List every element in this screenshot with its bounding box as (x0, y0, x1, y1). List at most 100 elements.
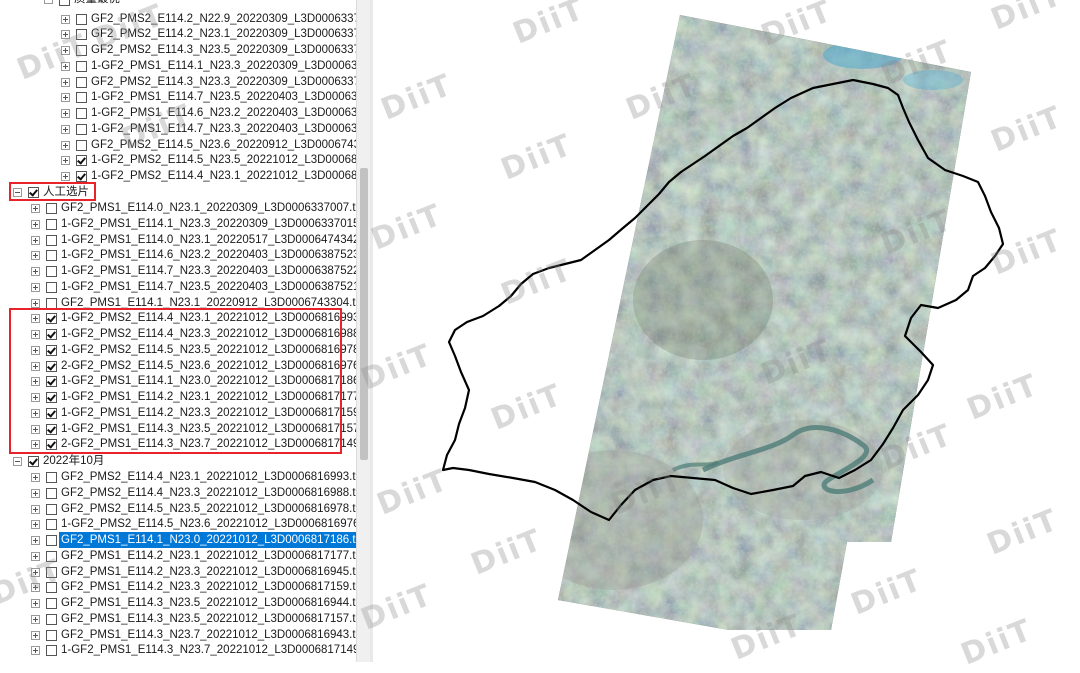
satellite-imagery-mosaic (558, 15, 971, 630)
layer-visibility-checkbox[interactable] (46, 629, 57, 641)
layer-visibility-checkbox[interactable] (46, 297, 57, 309)
expand-toggle-icon[interactable] (61, 109, 70, 118)
expand-toggle-icon[interactable] (31, 251, 40, 261)
expand-toggle-icon[interactable] (61, 30, 70, 40)
layer-visibility-checkbox[interactable] (76, 60, 87, 72)
collapse-toggle-icon[interactable] (13, 457, 22, 466)
layer-name: 1-GF2_PMS2_E114.5_N23.5_20221012_L3D0006… (91, 154, 356, 167)
layer-name: GF2_PMS1_E114.2_N23.3_20221012_L3D000681… (61, 565, 356, 578)
layer-visibility-checkbox[interactable] (76, 92, 87, 104)
layer-visibility-checkbox[interactable] (76, 123, 87, 135)
expand-toggle-icon[interactable] (31, 488, 40, 498)
layer-name: 1-GF2_PMS1_E114.3_N23.7_20221012_L3D0006… (61, 644, 356, 657)
layer-visibility-checkbox[interactable] (46, 598, 57, 609)
expand-toggle-icon[interactable] (61, 93, 70, 103)
layer-visibility-checkbox[interactable] (46, 566, 57, 578)
layer-name: GF2_PMS2_E114.3_N23.3_20220309_L3D000633… (91, 75, 356, 88)
layer-name: 1-GF2_PMS1_E114.6_N23.2_20220403_L3D0006… (61, 249, 356, 262)
layer-visibility-checkbox[interactable] (76, 155, 87, 167)
expand-toggle-icon[interactable] (61, 77, 70, 87)
expand-toggle-icon[interactable] (61, 46, 70, 55)
layer-visibility-checkbox[interactable] (76, 171, 87, 182)
highlight-box-selected-images (9, 308, 342, 454)
expand-toggle-icon[interactable] (31, 219, 40, 229)
layer-visibility-checkbox[interactable] (46, 550, 57, 562)
expand-toggle-icon[interactable] (31, 504, 40, 514)
layer-visibility-checkbox[interactable] (76, 45, 87, 56)
scrollbar-thumb[interactable] (360, 168, 368, 460)
layer-name: GF2_PMS1_E114.1_N23.0_20221012_L3D000681… (59, 532, 356, 548)
layer-name: 1-GF2_PMS1_E114.7_N23.3_20220403_L3D0006… (91, 122, 356, 135)
layer-visibility-checkbox[interactable] (76, 76, 87, 88)
layer-name: 1-GF2_PMS1_E114.1_N23.3_20220309_L3D0006… (91, 59, 356, 72)
expand-toggle-icon[interactable] (61, 172, 70, 181)
expand-toggle-icon[interactable] (61, 140, 70, 150)
layer-visibility-checkbox[interactable] (76, 29, 87, 41)
layer-name: 1-GF2_PMS1_E114.7_N23.5_20220403_L3D0006… (91, 91, 356, 104)
layer-name: GF2_PMS2_E114.4_N23.3_20221012_L3D000681… (61, 486, 356, 499)
expand-toggle-icon[interactable] (31, 646, 40, 656)
layer-name: GF2_PMS2_E114.2_N22.9_20220309_L3D000633… (91, 12, 356, 25)
layer-name: GF2_PMS1_E114.2_N23.3_20221012_L3D000681… (61, 581, 356, 594)
layer-name: 1-GF2_PMS1_E114.1_N23.3_20220309_L3D0006… (61, 217, 356, 230)
highlight-box-manual-selection-group (9, 182, 96, 201)
layer-visibility-checkbox[interactable] (46, 250, 57, 262)
expand-toggle-icon[interactable] (31, 536, 40, 545)
layer-visibility-checkbox[interactable] (46, 203, 57, 214)
layer-name: 1-GF2_PMS2_E114.5_N23.6_20221012_L3D0006… (61, 518, 356, 531)
layer-name: GF2_PMS2_E114.5_N23.5_20221012_L3D000681… (61, 502, 356, 515)
layer-name: 1-GF2_PMS1_E114.6_N23.2_20220403_L3D0006… (91, 107, 356, 119)
layer-name: 1-GF2_PMS2_E114.4_N23.1_20221012_L3D0006… (91, 170, 356, 182)
expand-toggle-icon[interactable] (31, 204, 40, 213)
layer-visibility-checkbox[interactable] (46, 472, 57, 483)
layer-visibility-checkbox[interactable] (28, 456, 39, 467)
expand-toggle-icon[interactable] (31, 614, 40, 624)
layer-name: 1-GF2_PMS1_E114.7_N23.3_20220403_L3D0006… (61, 265, 356, 277)
layer-group-label: 2022年10月 (43, 455, 105, 467)
expand-toggle-icon[interactable] (31, 599, 40, 608)
layer-visibility-checkbox[interactable] (46, 234, 57, 246)
layer-visibility-checkbox[interactable] (46, 613, 57, 625)
layer-group-label: 质量最优 (74, 0, 120, 7)
expand-toggle-icon[interactable] (61, 14, 70, 24)
layer-visibility-checkbox[interactable] (46, 218, 57, 230)
expand-toggle-icon[interactable] (61, 61, 70, 71)
layer-visibility-checkbox[interactable] (76, 139, 87, 151)
expand-toggle-icon[interactable] (31, 282, 40, 292)
map-view[interactable] (373, 0, 1080, 662)
expand-toggle-icon[interactable] (31, 551, 40, 561)
layer-visibility-checkbox[interactable] (46, 645, 57, 657)
layer-name: GF2_PMS1_E114.3_N23.7_20221012_L3D000681… (61, 628, 356, 641)
layer-name: GF2_PMS1_E114.2_N23.1_20221012_L3D000681… (61, 549, 356, 562)
expand-toggle-icon[interactable] (61, 156, 70, 166)
layer-name: 1-GF2_PMS1_E114.0_N23.1_20220517_L3D0006… (61, 233, 356, 246)
layer-visibility-checkbox[interactable] (59, 0, 70, 6)
expand-toggle-icon[interactable] (61, 124, 70, 134)
layer-name: GF2_PMS2_E114.3_N23.5_20220309_L3D000633… (91, 44, 356, 56)
layer-visibility-checkbox[interactable] (76, 108, 87, 119)
expand-toggle-icon[interactable] (31, 298, 40, 308)
expand-toggle-icon[interactable] (31, 267, 40, 276)
layer-name: GF2_PMS1_E114.3_N23.5_20221012_L3D000681… (61, 612, 356, 625)
expand-toggle-icon[interactable] (31, 473, 40, 482)
collapse-toggle-icon[interactable] (44, 0, 53, 4)
layer-visibility-checkbox[interactable] (46, 266, 57, 277)
layer-visibility-checkbox[interactable] (46, 535, 57, 546)
layers-panel-scrollbar[interactable] (356, 0, 371, 662)
expand-toggle-icon[interactable] (31, 630, 40, 640)
expand-toggle-icon[interactable] (31, 583, 40, 593)
layer-name: GF2_PMS1_E114.0_N23.1_20220309_L3D000633… (61, 202, 356, 214)
expand-toggle-icon[interactable] (31, 567, 40, 577)
layer-visibility-checkbox[interactable] (46, 519, 57, 531)
layer-visibility-checkbox[interactable] (76, 13, 87, 25)
expand-toggle-icon[interactable] (31, 235, 40, 245)
layer-visibility-checkbox[interactable] (46, 503, 57, 515)
layer-name: GF2_PMS2_E114.2_N23.1_20220309_L3D000633… (91, 28, 356, 41)
map-canvas[interactable] (373, 0, 1080, 662)
expand-toggle-icon[interactable] (31, 520, 40, 530)
layer-visibility-checkbox[interactable] (46, 582, 57, 594)
layer-name: GF2_PMS2_E114.5_N23.6_20220912_L3D000674… (91, 138, 356, 151)
layer-name: 1-GF2_PMS1_E114.7_N23.5_20220403_L3D0006… (61, 280, 356, 293)
layer-visibility-checkbox[interactable] (46, 281, 57, 293)
layer-visibility-checkbox[interactable] (46, 487, 57, 499)
